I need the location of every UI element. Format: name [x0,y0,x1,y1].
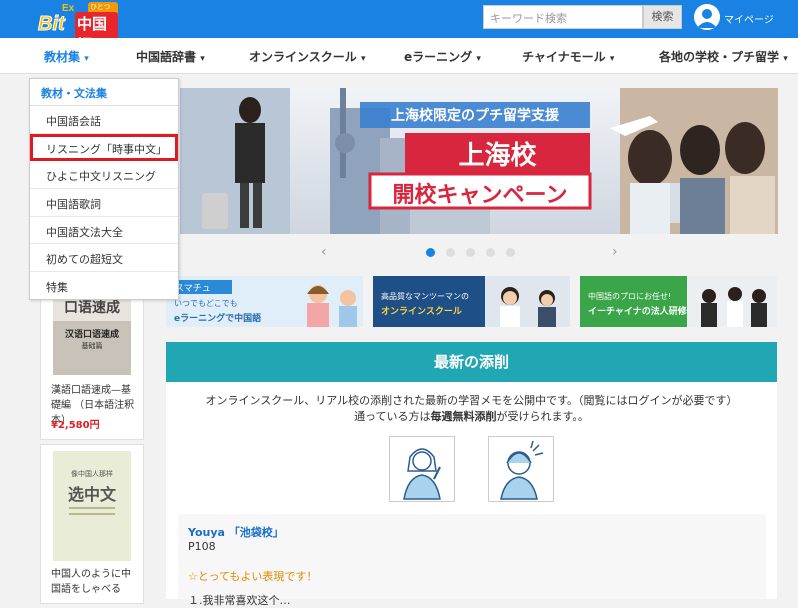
correction-card[interactable]: Youya 「池袋校」 P108 ☆とってもよい表現です！ １.我非常喜欢这个… [178,514,766,607]
chevron-down-icon: ▾ [360,54,366,64]
desc-text: が受けられます。。 [496,410,589,423]
nav-item-label: チャイナモール [522,50,606,64]
nav-item-label: 中国語辞書 [136,50,197,64]
logo-ex-text: Ex [62,3,75,14]
nav-item-online-school[interactable]: オンラインスクール ▾ [249,48,365,65]
carousel-dot[interactable] [506,248,515,257]
section-desc-line2: 通っている方は毎週無料添削が受けられます。。 [166,409,777,425]
book-cover-title: 选中文 [67,485,116,504]
nav-item-schools[interactable]: 各地の学校・プチ留学 ▾ [659,48,788,65]
book-cover-subtitle: 汉语口语速成 [64,330,119,340]
banner-line2: イーチャイナの法人研修 [588,307,687,317]
desc-text: 通っている方は [354,410,431,423]
section-desc-line1: オンラインスクール、リアル校の添削された最新の学習メモを公開中です。（閲覧にはロ… [205,394,738,407]
teacher-avatar-button[interactable] [488,436,554,502]
teacher-female-icon [403,448,441,500]
book-cover-title: 口语速成 [64,300,120,316]
hero-title: 上海校 [458,141,537,171]
materials-dropdown-menu: 教材・文法集 中国語会話 リスニング「時事中文」 ひよこ中文リスニング 中国語歌… [29,78,179,300]
correction-line: １.我非常喜欢这个… [188,594,291,607]
banner-elearning[interactable]: スマチュ いつでもどこでも eラーニングで中国語 [166,276,363,327]
banner-line2: オンラインスクール [381,307,462,317]
nav-item-label: eラーニング [404,50,473,64]
hero-banner[interactable]: 上海校限定のプチ留学支援 上海校 開校キャンペーン [180,88,778,234]
carousel-dot[interactable] [446,248,455,257]
banner-online-school[interactable]: 高品質なマンツーマンの オンラインスクール [373,276,570,327]
search-button[interactable]: 検索 [643,5,682,29]
chevron-down-icon: ▾ [476,54,481,64]
chevron-down-icon: ▾ [783,54,788,64]
book-cover-subtitle: 像中国人那样 [71,470,113,478]
nav-item-label: 各地の学校・プチ留学 [659,50,780,64]
carousel-next-icon[interactable]: › [612,244,618,260]
dropdown-item-features[interactable]: 特集 [30,272,178,300]
user-avatar-icon[interactable] [694,4,720,30]
logo-bit-text: Bit [38,13,66,36]
banner-line2: eラーニングで中国語 [174,314,262,324]
book-title[interactable]: 中国人のように中国語をしゃべる [51,567,139,597]
carousel-dot[interactable] [466,248,475,257]
dropdown-item-listening-news[interactable]: リスニング「時事中文」 [30,133,178,162]
main-nav: 教材集 ▾ 中国語辞書 ▾ オンラインスクール ▾ eラーニング ▾ チャイナモ… [0,38,798,74]
search-input[interactable]: キーワード検索 [483,5,643,29]
nav-item-dictionary[interactable]: 中国語辞書 ▾ [136,48,205,65]
hero-tagline: 上海校限定のプチ留学支援 [391,108,559,124]
page-number: P108 [188,540,216,553]
carousel-dot[interactable] [486,248,495,257]
carousel-prev-icon[interactable]: ‹ [321,244,327,260]
nav-item-china-mall[interactable]: チャイナモール ▾ [522,48,614,65]
teacher-headset-icon [500,440,544,500]
nav-item-label: オンラインスクール [249,50,357,64]
student-name-link[interactable]: Youya 「池袋校」 [188,524,284,540]
nav-item-materials[interactable]: 教材集 ▾ [44,48,89,65]
hero-subtitle: 開校キャンペーン [392,183,568,208]
nav-item-elearning[interactable]: eラーニング ▾ [404,48,481,65]
banner-illustration [687,276,777,327]
banner-illustration [307,285,357,327]
dropdown-item-lyrics[interactable]: 中国語歌詞 [30,189,178,217]
dropdown-item-grammar[interactable]: 中国語文法大全 [30,217,178,245]
chevron-down-icon: ▾ [609,54,615,64]
section-title: 最新の添削 [166,342,777,382]
site-logo[interactable]: Bit Ex ひとつき 中国語 [38,2,118,56]
chevron-down-icon: ▾ [84,54,89,64]
dropdown-item-conversation[interactable]: 中国語会話 [30,106,178,134]
book-price: ¥2,580円 [51,420,100,431]
teacher-avatar-button[interactable] [389,436,455,502]
chevron-down-icon: ▾ [200,54,205,64]
top-bar: Bit Ex ひとつき 中国語 キーワード検索 検索 マイページ [0,0,798,56]
teacher-comment: ☆とってもよい表現です！ [188,570,318,583]
dropdown-header[interactable]: 教材・文法集 [30,79,178,106]
banner-corporate-training[interactable]: 中国語のプロにお任せ! イーチャイナの法人研修 [580,276,777,327]
nav-item-label: 教材集 [44,50,81,64]
banner-illustration [485,276,570,327]
book-cover-level: 基础篇 [81,342,103,350]
section-description: オンラインスクール、リアル校の添削された最新の学習メモを公開中です。（閲覧にはロ… [166,393,777,425]
banner-line1: いつでもどこでも [174,299,238,308]
carousel-dot[interactable] [426,248,435,257]
dropdown-item-short-sentences[interactable]: 初めての超短文 [30,244,178,273]
banner-line1: 中国語のプロにお任せ! [588,292,672,301]
book-card[interactable]: 像中国人那样 选中文 中国人のように中国語をしゃべる [40,444,144,604]
desc-bold-text: 毎週無料添削 [430,410,497,423]
banner-line1: 高品質なマンツーマンの [381,292,469,301]
book-cover-image[interactable]: 像中国人那样 选中文 [53,451,131,561]
mypage-link[interactable]: マイページ [724,11,774,26]
dropdown-item-hiyoko-listening[interactable]: ひよこ中文リスニング [30,161,178,190]
banner-logo: スマチュ [172,280,232,294]
